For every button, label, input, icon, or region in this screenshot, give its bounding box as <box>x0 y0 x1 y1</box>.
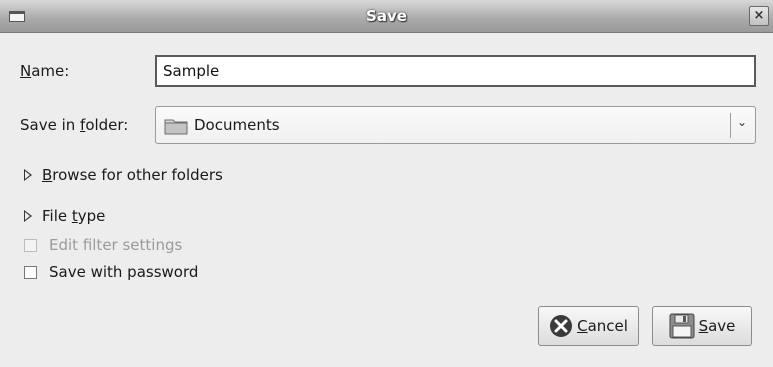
expander-triangle-icon <box>24 169 32 181</box>
cancel-icon <box>550 315 573 337</box>
browse-folders-expander[interactable]: Browse for other folders <box>24 166 223 184</box>
save-with-password-checkbox[interactable] <box>24 265 37 279</box>
expander-triangle-icon <box>24 210 32 222</box>
browse-folders-label: Browse for other folders <box>42 166 223 184</box>
name-input[interactable] <box>155 55 756 87</box>
save-with-password-label[interactable]: Save with password <box>49 263 198 281</box>
edit-filter-option: Edit filter settings <box>24 236 182 254</box>
selected-folder: Documents <box>194 116 280 134</box>
file-type-label: File type <box>42 207 106 225</box>
cancel-label: Cancel <box>577 317 628 335</box>
floppy-disk-icon <box>669 313 695 339</box>
save-button[interactable]: Save <box>652 306 752 346</box>
file-type-expander[interactable]: File type <box>24 207 105 225</box>
edit-filter-checkbox <box>24 238 37 252</box>
chevron-down-icon: ⌄ <box>736 115 747 129</box>
window-title: Save <box>366 7 407 25</box>
save-folder-dropdown[interactable]: Documents ⌄ <box>155 106 756 144</box>
dropdown-separator <box>730 113 731 138</box>
save-label: Save <box>698 317 736 335</box>
edit-filter-label: Edit filter settings <box>49 236 183 254</box>
folder-label: Save in folder: <box>20 116 129 134</box>
close-button[interactable]: × <box>749 6 769 26</box>
save-with-password-option[interactable]: Save with password <box>24 263 198 281</box>
cancel-button[interactable]: Cancel <box>538 306 639 346</box>
folder-icon <box>164 119 188 135</box>
title-bar[interactable]: Save × <box>0 0 773 33</box>
name-label: Name: <box>20 62 70 80</box>
